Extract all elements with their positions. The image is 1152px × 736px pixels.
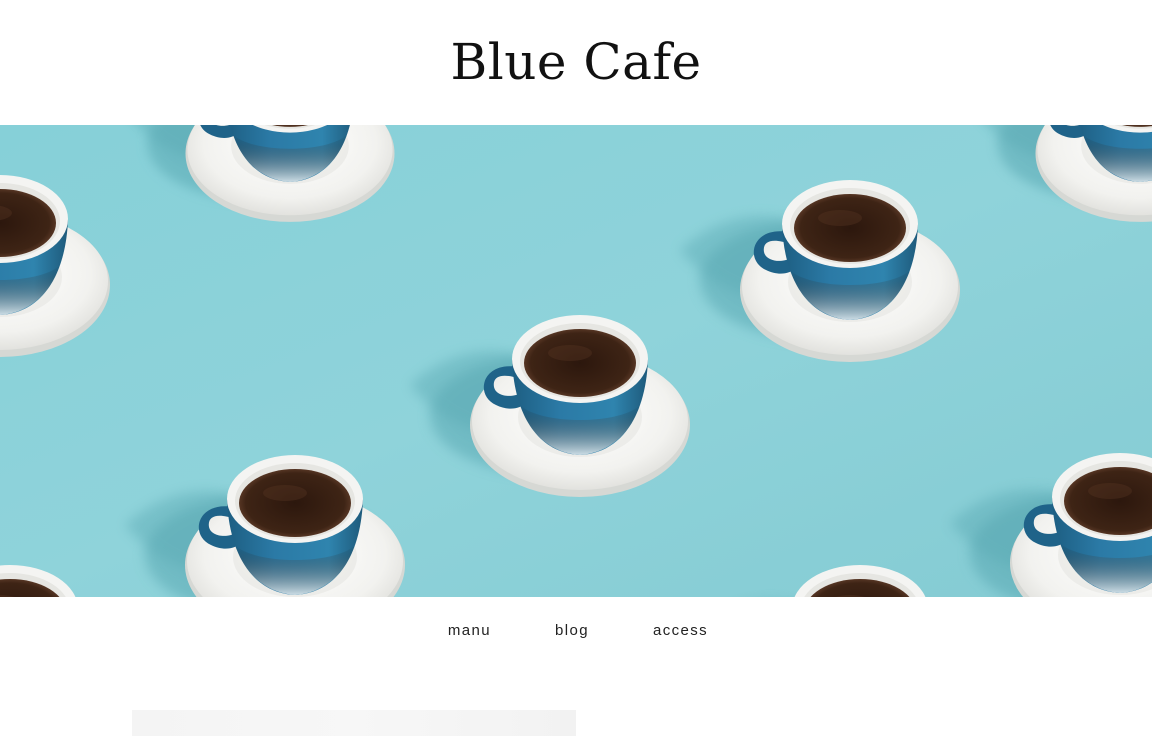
content-card-image[interactable]	[132, 710, 576, 736]
main-content	[0, 664, 1152, 736]
site-title[interactable]: Blue Cafe	[450, 37, 701, 87]
site-header: Blue Cafe	[0, 0, 1152, 125]
hero-image	[0, 125, 1152, 597]
main-nav: manu blog access	[0, 597, 1152, 664]
nav-item-manu[interactable]: manu	[448, 622, 491, 639]
nav-item-access[interactable]: access	[653, 622, 708, 639]
nav-item-blog[interactable]: blog	[555, 622, 589, 639]
coffee-cup-pattern-image	[0, 125, 1152, 597]
